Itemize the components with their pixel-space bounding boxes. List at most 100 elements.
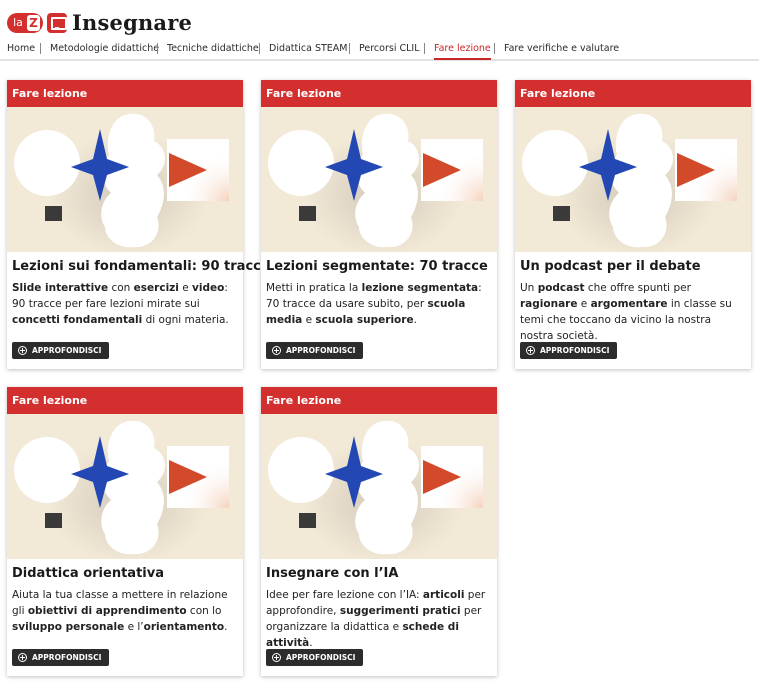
approfondisci-button[interactable]: APPROFONDISCI xyxy=(520,342,618,359)
nav-item-home[interactable]: Home xyxy=(7,43,35,54)
card-description: Un podcast che offre spunti per ragionar… xyxy=(520,280,745,342)
desc-text: . xyxy=(413,314,417,326)
nav-separator xyxy=(259,43,260,54)
card-category: Fare lezione xyxy=(261,387,497,414)
card-title[interactable]: Lezioni sui fondamentali: 90 tracce xyxy=(12,259,270,274)
desc-highlight: articoli xyxy=(422,589,465,601)
desc-text: che offre spunti per xyxy=(584,282,691,294)
button-label: APPROFONDISCI xyxy=(286,653,356,662)
plus-circle-icon xyxy=(18,346,27,355)
card-description: Metti in pratica la lezione segmentata: … xyxy=(266,280,491,328)
desc-highlight: video xyxy=(192,282,225,294)
card-category: Fare lezione xyxy=(515,80,751,107)
desc-highlight: esercizi xyxy=(133,282,179,294)
nav-separator xyxy=(349,43,350,54)
card-description: Aiuta la tua classe a mettere in relazio… xyxy=(12,587,237,635)
nav-separator xyxy=(494,43,495,54)
card-image[interactable] xyxy=(515,107,751,252)
card-lezioni-fondamentali[interactable]: Fare lezione Lezioni sui fondamentali: 9… xyxy=(7,80,270,369)
card-title[interactable]: Didattica orientativa xyxy=(12,566,237,581)
desc-text: e xyxy=(178,282,193,294)
desc-highlight: obiettivi di apprendimento xyxy=(27,605,187,617)
card-title[interactable]: Un podcast per il debate xyxy=(520,259,745,274)
card-image[interactable] xyxy=(261,414,497,559)
desc-text: con lo xyxy=(186,605,222,617)
card-title[interactable]: Insegnare con l’IA xyxy=(266,566,491,581)
desc-highlight: scuola superiore xyxy=(315,314,414,326)
nav-item-metodologie-didattiche[interactable]: Metodologie didattiche xyxy=(50,43,159,54)
badge-z: Z xyxy=(27,14,40,31)
card-illustration xyxy=(268,420,483,559)
badge-la: la xyxy=(7,12,26,33)
badge-z-container: Z xyxy=(26,12,43,33)
desc-highlight: sviluppo personale xyxy=(12,621,125,633)
desc-text: Metti in pratica la xyxy=(266,282,362,294)
desc-text: e xyxy=(577,298,591,310)
desc-highlight: podcast xyxy=(537,282,585,294)
square-shape xyxy=(299,206,316,221)
card-image[interactable] xyxy=(261,107,497,252)
button-label: APPROFONDISCI xyxy=(286,346,356,355)
card-category: Fare lezione xyxy=(7,80,243,107)
desc-text: . xyxy=(309,637,313,649)
site-title: Insegnare xyxy=(72,10,193,35)
desc-text: Idee per fare lezione con l’IA: xyxy=(266,589,423,601)
monitor-icon xyxy=(47,12,67,33)
plus-circle-icon xyxy=(272,653,281,662)
card-category: Fare lezione xyxy=(261,80,497,107)
approfondisci-button[interactable]: APPROFONDISCI xyxy=(12,342,110,359)
main-nav: Home Metodologie didattiche Tecniche did… xyxy=(0,40,759,61)
desc-highlight: suggerimenti pratici xyxy=(339,605,461,617)
plus-circle-icon xyxy=(18,653,27,662)
card-illustration xyxy=(14,113,229,252)
approfondisci-button[interactable]: APPROFONDISCI xyxy=(266,342,364,359)
nav-item-percorsi-clil[interactable]: Percorsi CLIL xyxy=(359,43,420,54)
card-image[interactable] xyxy=(7,414,243,559)
nav-item-tecniche-didattiche[interactable]: Tecniche didattiche xyxy=(167,43,259,54)
card-description: Slide interattive con esercizi e video: … xyxy=(12,280,237,328)
card-description: Idee per fare lezione con l’IA: articoli… xyxy=(266,587,491,649)
desc-text: e l’ xyxy=(124,621,144,633)
desc-highlight: Slide interattive xyxy=(12,282,109,294)
nav-item-didattica-steam[interactable]: Didattica STEAM xyxy=(269,43,348,54)
plus-circle-icon xyxy=(526,346,535,355)
card-image[interactable] xyxy=(7,107,243,252)
card-didattica-orientativa[interactable]: Fare lezione Didattica orientativa Aiuta … xyxy=(7,387,243,676)
card-lezioni-segmentate[interactable]: Fare lezione Lezioni segmentate: 70 trac… xyxy=(261,80,497,369)
card-category: Fare lezione xyxy=(7,387,243,414)
button-label: APPROFONDISCI xyxy=(540,346,610,355)
square-shape xyxy=(553,206,570,221)
square-shape xyxy=(45,513,62,528)
desc-text: di ogni materia. xyxy=(142,314,229,326)
card-title[interactable]: Lezioni segmentate: 70 tracce xyxy=(266,259,491,274)
desc-highlight: argomentare xyxy=(590,298,668,310)
card-illustration xyxy=(268,113,483,252)
card-illustration xyxy=(14,420,229,559)
nav-separator xyxy=(424,43,425,54)
site-header: la Z Insegnare Home Metodologie didattic… xyxy=(0,0,759,62)
desc-highlight: orientamento xyxy=(143,621,225,633)
desc-text: con xyxy=(108,282,134,294)
square-shape xyxy=(45,206,62,221)
plus-circle-icon xyxy=(272,346,281,355)
nav-item-fare-lezione[interactable]: Fare lezione xyxy=(434,43,491,60)
square-shape xyxy=(299,513,316,528)
nav-item-fare-verifiche-e-valutare[interactable]: Fare verifiche e valutare xyxy=(504,43,619,54)
nav-separator xyxy=(40,43,41,54)
desc-text: . xyxy=(224,621,228,633)
button-label: APPROFONDISCI xyxy=(32,653,102,662)
card-illustration xyxy=(522,113,737,252)
approfondisci-button[interactable]: APPROFONDISCI xyxy=(266,649,364,666)
zanichelli-badge: la Z xyxy=(7,12,43,33)
button-label: APPROFONDISCI xyxy=(32,346,102,355)
desc-highlight: concetti fondamentali xyxy=(12,314,143,326)
nav-separator xyxy=(157,43,158,54)
desc-highlight: ragionare xyxy=(520,298,578,310)
site-logo[interactable]: la Z Insegnare xyxy=(7,10,192,35)
card-podcast-debate[interactable]: Fare lezione Un podcast per il debate Un … xyxy=(515,80,751,369)
desc-highlight: lezione segmentata xyxy=(361,282,479,294)
approfondisci-button[interactable]: APPROFONDISCI xyxy=(12,649,110,666)
desc-text: e xyxy=(302,314,316,326)
desc-text: Un xyxy=(520,282,538,294)
card-insegnare-ia[interactable]: Fare lezione Insegnare con l’IA Idee per … xyxy=(261,387,497,676)
